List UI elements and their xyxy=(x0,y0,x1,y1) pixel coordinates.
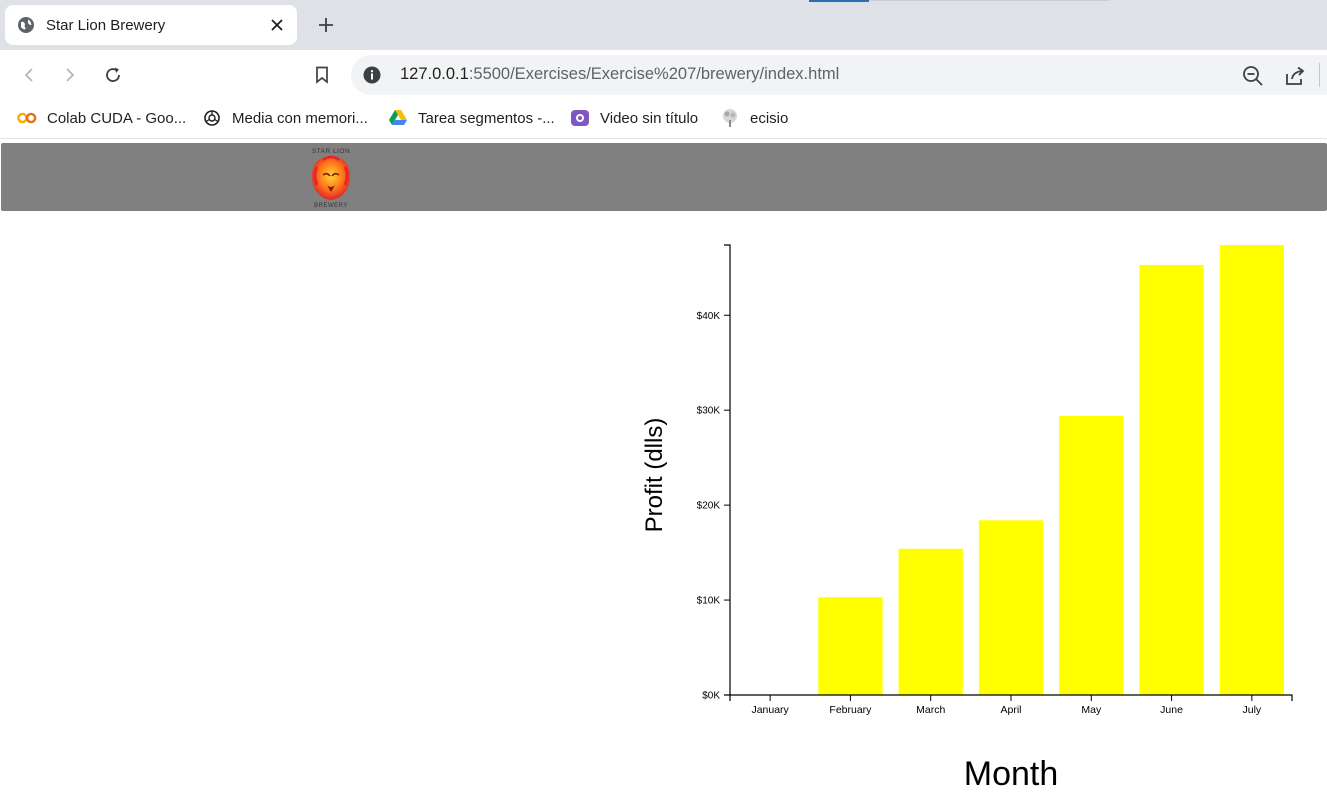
bookmark-label: Video sin título xyxy=(600,109,699,127)
plus-icon xyxy=(319,18,333,32)
drive-icon xyxy=(388,108,408,128)
y-tick-label: $0K xyxy=(702,691,720,702)
bookmark-label: ecisio xyxy=(750,109,789,127)
bookmark-icon xyxy=(316,66,328,84)
bars-group xyxy=(818,245,1284,695)
logo-top-text: STAR LION xyxy=(312,148,350,155)
y-axis: $0K $10K $20K $30K $40K xyxy=(697,244,731,702)
reload-button[interactable] xyxy=(100,62,126,88)
x-tick-label: February xyxy=(829,704,872,716)
bookmark-item[interactable]: Video sin título xyxy=(570,106,698,130)
reload-icon xyxy=(106,67,120,82)
close-tab-icon[interactable] xyxy=(267,15,287,35)
url-host: 127.0.0.1 xyxy=(400,65,469,83)
y-tick-label: $20K xyxy=(697,501,721,512)
bookmark-item[interactable]: ecisio xyxy=(720,106,788,130)
logo-bottom-text: BREWERY xyxy=(314,203,348,209)
profit-bar-chart: $0K $10K $20K $30K $40K January February March… xyxy=(641,244,1293,793)
y-tick-label: $10K xyxy=(697,596,721,607)
bar-may xyxy=(1059,415,1124,695)
star-lion-logo[interactable]: STAR LION BREWERY xyxy=(303,145,359,209)
x-tick-label: April xyxy=(1000,704,1021,716)
info-icon[interactable] xyxy=(363,66,381,84)
lion-head-icon xyxy=(311,156,351,200)
bookmark-item[interactable]: Media con memori... xyxy=(202,106,368,130)
y-tick-label: $40K xyxy=(697,311,721,322)
x-tick-label: January xyxy=(751,704,789,716)
bar-april xyxy=(978,520,1044,695)
x-tick-label: July xyxy=(1243,704,1262,716)
openai-icon xyxy=(202,108,222,128)
x-tick-label: March xyxy=(916,704,945,716)
toolbar-divider xyxy=(1319,63,1320,87)
site-header: STAR LION BREWERY xyxy=(1,143,1327,211)
address-bar[interactable]: 127.0.0.1:5500/Exercises/Exercise%207/br… xyxy=(351,55,1327,95)
bar-july xyxy=(1219,245,1284,695)
bar-march xyxy=(898,548,963,695)
tree-icon xyxy=(720,108,740,128)
active-tab[interactable]: Star Lion Brewery xyxy=(5,5,297,45)
bar-june xyxy=(1139,264,1204,695)
globe-icon xyxy=(18,17,34,33)
y-tick-label: $30K xyxy=(697,406,721,417)
new-tab-button[interactable] xyxy=(313,12,339,38)
video-icon xyxy=(570,108,590,128)
bookmark-button[interactable] xyxy=(309,62,335,88)
bar-february xyxy=(818,597,883,695)
tab-strip-divider xyxy=(869,0,1109,1)
browser-toolbar: 127.0.0.1:5500/Exercises/Exercise%207/br… xyxy=(0,50,1327,100)
tab-title: Star Lion Brewery xyxy=(46,16,166,34)
zoom-out-icon xyxy=(1243,66,1263,86)
bookmark-item[interactable]: Colab CUDA - Goo... xyxy=(17,106,186,130)
bookmark-item[interactable]: Tarea segmentos -... xyxy=(388,106,555,130)
colab-icon xyxy=(17,108,37,128)
arrow-left-icon xyxy=(24,68,33,82)
zoom-button[interactable] xyxy=(1242,65,1264,87)
tab-strip-accent xyxy=(809,0,869,2)
bookmark-label: Tarea segmentos -... xyxy=(418,109,555,127)
y-axis-line xyxy=(724,244,731,696)
page-content: STAR LION BREWERY $0K $10K $20K $30K $40K Ja… xyxy=(0,138,1327,796)
bookmarks-bar: Colab CUDA - Goo... Media con memori... … xyxy=(0,100,1327,138)
x-axis: January February March April May June July xyxy=(729,694,1293,716)
url-path: :5500/Exercises/Exercise%207/brewery/ind… xyxy=(468,65,840,83)
x-tick-label: May xyxy=(1081,704,1102,716)
arrow-right-icon xyxy=(66,68,75,82)
tab-strip: Star Lion Brewery xyxy=(0,0,1327,50)
x-tick-label: June xyxy=(1160,704,1183,716)
share-button[interactable] xyxy=(1284,65,1306,87)
bookmark-label: Media con memori... xyxy=(232,109,368,127)
bookmark-label: Colab CUDA - Goo... xyxy=(47,109,187,127)
share-icon xyxy=(1286,66,1305,85)
url-text: 127.0.0.1:5500/Exercises/Exercise%207/br… xyxy=(400,65,839,84)
x-axis-label: Month xyxy=(964,755,1059,793)
y-axis-label: Profit (dlls) xyxy=(641,418,668,533)
forward-button[interactable] xyxy=(57,62,83,88)
back-button[interactable] xyxy=(16,62,42,88)
